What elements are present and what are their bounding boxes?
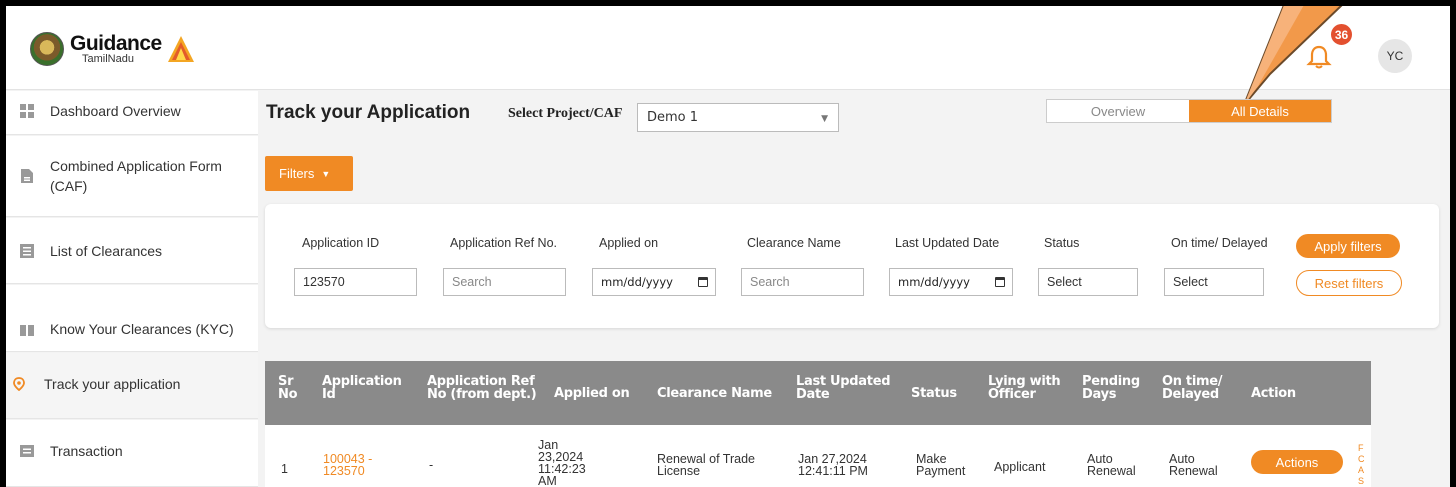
sidebar-item-label: List of Clearances (50, 242, 163, 259)
truncated-column-text: FCAS (1358, 443, 1365, 486)
list-icon (20, 243, 34, 258)
col-sr-no: Sr No (278, 374, 298, 402)
pointer-arrow-icon (1243, 6, 1343, 106)
col-last-updated: Last Updated Date (796, 374, 891, 402)
logo-title: Guidance (70, 32, 162, 55)
cell-last-updated: Jan 27,2024 12:41:11 PM (798, 452, 868, 478)
last-updated-date-input[interactable]: mm/dd/yyyy (889, 268, 1013, 296)
applied-on-date-input[interactable]: mm/dd/yyyy (592, 268, 716, 296)
avatar[interactable]: YC (1378, 39, 1412, 73)
col-status: Status (911, 386, 957, 401)
dashboard-icon (20, 104, 34, 118)
page-title: Track your Application (266, 102, 471, 123)
table-header: Sr No Application Id Application Ref No … (265, 361, 1371, 425)
document-icon (21, 169, 33, 183)
col-applied-on: Applied on (554, 386, 630, 401)
project-select[interactable]: Demo 1 ▼ (637, 103, 839, 132)
reset-filters-button[interactable]: Reset filters (1296, 270, 1402, 296)
last-updated-value: mm/dd/yyyy (898, 275, 970, 289)
applied-on-value: mm/dd/yyyy (601, 275, 673, 289)
ontime-label: On time/ Delayed (1171, 236, 1268, 250)
tab-overview[interactable]: Overview (1047, 100, 1189, 122)
caret-down-icon: ▼ (321, 168, 331, 179)
application-id-input[interactable]: 123570 (294, 268, 417, 296)
sidebar-item-label: Know Your Clearances (KYC) (50, 321, 234, 337)
col-pending-days: Pending Days (1082, 374, 1140, 402)
sidebar-item-clearances[interactable]: List of Clearances (6, 218, 258, 284)
ref-no-input[interactable]: Search (443, 268, 566, 296)
sidebar-item-label: Transaction (50, 443, 123, 459)
app-window: Guidance TamilNadu 36 YC Dashboard Overv… (6, 6, 1450, 487)
cell-ontime: Auto Renewal (1169, 452, 1218, 478)
actions-button[interactable]: Actions (1251, 450, 1343, 474)
calendar-icon[interactable] (698, 277, 708, 287)
cell-pending-days: Auto Renewal (1087, 452, 1136, 478)
project-select-value: Demo 1 (647, 110, 699, 125)
col-application-id: Application Id (322, 374, 402, 402)
apply-filters-button[interactable]: Apply filters (1296, 234, 1400, 258)
last-updated-label: Last Updated Date (895, 236, 1000, 250)
emblem-icon (30, 32, 64, 66)
cell-status: Make Payment (916, 452, 966, 478)
logo-mark-icon (167, 36, 194, 62)
view-toggle: Overview All Details (1046, 99, 1332, 123)
applied-on-label: Applied on (599, 236, 659, 250)
sidebar-item-label: Dashboard Overview (50, 103, 181, 119)
sidebar-item-track[interactable]: Track your application (6, 353, 258, 419)
cell-applied-on: Jan 23,2024 11:42:23 AM (538, 438, 586, 487)
cell-lying-with: Applicant (994, 460, 1046, 474)
cell-ref-no: - (429, 458, 434, 472)
book-icon (20, 325, 34, 336)
filters-button[interactable]: Filters ▼ (265, 156, 353, 191)
logo[interactable]: Guidance TamilNadu (30, 32, 196, 66)
sidebar-item-dashboard[interactable]: Dashboard Overview (6, 91, 258, 135)
sidebar-item-label: Track your application (44, 376, 181, 392)
sidebar-item-caf[interactable]: Combined Application Form (CAF) (6, 136, 258, 217)
location-pin-icon (13, 377, 25, 391)
transaction-icon (20, 445, 34, 457)
col-ref-no: Application Ref No (from dept.) (427, 374, 537, 402)
ontime-select[interactable]: Select (1164, 268, 1264, 296)
sidebar-item-label: Combined Application Form (CAF) (50, 158, 222, 194)
chevron-down-icon: ▼ (821, 114, 828, 124)
clearance-name-input[interactable]: Search (741, 268, 864, 296)
ref-no-label: Application Ref No. (450, 236, 558, 250)
col-lying-with: Lying with Officer (988, 374, 1061, 402)
col-action: Action (1251, 386, 1296, 401)
applications-table: Sr No Application Id Application Ref No … (265, 361, 1371, 487)
col-clearance-name: Clearance Name (657, 386, 772, 401)
cell-application-id-link[interactable]: 100043 - 123570 (323, 453, 383, 478)
tab-all-details[interactable]: All Details (1189, 100, 1331, 122)
application-id-label: Application ID (302, 236, 380, 250)
calendar-icon[interactable] (995, 277, 1005, 287)
status-label: Status (1044, 236, 1080, 250)
project-select-label: Select Project/CAF (508, 106, 623, 121)
col-ontime-delayed: On time/ Delayed (1162, 374, 1223, 402)
clearance-name-label: Clearance Name (747, 236, 841, 250)
table-row: 1 100043 - 123570 - Jan 23,2024 11:42:23… (265, 425, 1371, 487)
sidebar-item-transaction[interactable]: Transaction (6, 420, 258, 487)
sidebar-item-kyc[interactable]: Know Your Clearances (KYC) (6, 285, 258, 352)
sidebar: Dashboard Overview Combined Application … (6, 91, 258, 487)
cell-sr: 1 (281, 462, 288, 476)
status-select[interactable]: Select (1038, 268, 1138, 296)
filters-button-label: Filters (279, 166, 315, 181)
logo-subtitle: TamilNadu (82, 53, 134, 65)
filter-panel: Application ID 123570 Application Ref No… (265, 204, 1439, 328)
cell-clearance-name: Renewal of Trade License (657, 452, 755, 478)
